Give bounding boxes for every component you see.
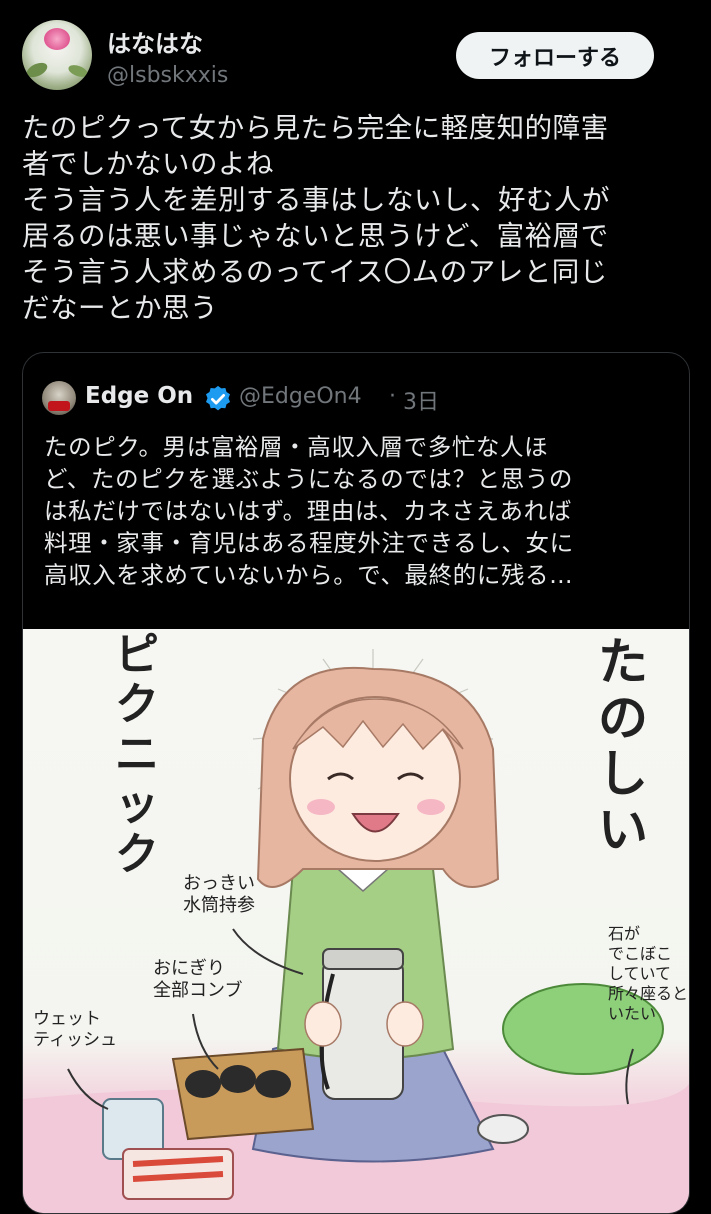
cup: [477, 1114, 529, 1144]
quoted-author-handle: @EdgeOn4: [239, 384, 362, 409]
note-onigiri: おにぎり全部コンブ: [153, 958, 242, 1001]
tweet-header: はなはな @lsbskxxis フォローする: [0, 0, 711, 100]
quoted-author-avatar: [42, 381, 76, 415]
left-hand: [304, 1001, 342, 1047]
left-cheek: [307, 799, 335, 815]
quoted-tweet-card[interactable]: Edge On @EdgeOn4 · 3日 たのピク。男は富裕層・高収入層で多忙…: [22, 352, 690, 1214]
meta-separator: ·: [389, 384, 396, 409]
picnic-illustration: ピクニック たのしい おっきい水筒持参 おにぎり全部コンブ ウェットティッシュ …: [23, 629, 689, 1213]
onigiri: [220, 1065, 256, 1093]
follow-button[interactable]: フォローする: [456, 32, 654, 79]
onigiri: [185, 1070, 221, 1098]
avatar-flower-icon: [44, 28, 70, 50]
tweet-text: たのピクって女から見たら完全に軽度知的障害 者でしかないのよね そう言う人を差別…: [22, 112, 610, 324]
avatar-leaf: [66, 62, 90, 80]
quoted-author-name: Edge On: [85, 383, 194, 409]
note-stones: 石がでこぼこしていて所々座るといたい: [608, 924, 688, 1023]
author-handle[interactable]: @lsbskxxis: [107, 63, 228, 88]
verified-badge-icon: [206, 385, 230, 411]
caption-vertical: たのしい: [598, 633, 648, 859]
author-avatar[interactable]: [22, 20, 92, 90]
quoted-tweet-image[interactable]: ピクニック たのしい おっきい水筒持参 おにぎり全部コンブ ウェットティッシュ …: [23, 629, 689, 1213]
quoted-tweet-text: たのピク。男は富裕層・高収入層で多忙な人ほ ど、たのピクを選ぶようになるのでは？…: [44, 433, 574, 589]
note-bottle: おっきい水筒持参: [183, 873, 255, 916]
title-vertical: ピクニック: [115, 629, 159, 880]
right-hand: [386, 1001, 424, 1047]
bottle-cap: [322, 948, 404, 970]
note-tissue: ウェットティッシュ: [33, 1009, 117, 1050]
quoted-timestamp: 3日: [403, 390, 439, 415]
onigiri: [255, 1070, 291, 1098]
author-display-name[interactable]: はなはな: [107, 24, 203, 59]
right-cheek: [417, 799, 445, 815]
avatar-bow: [48, 401, 70, 411]
avatar-leaf: [24, 59, 50, 81]
